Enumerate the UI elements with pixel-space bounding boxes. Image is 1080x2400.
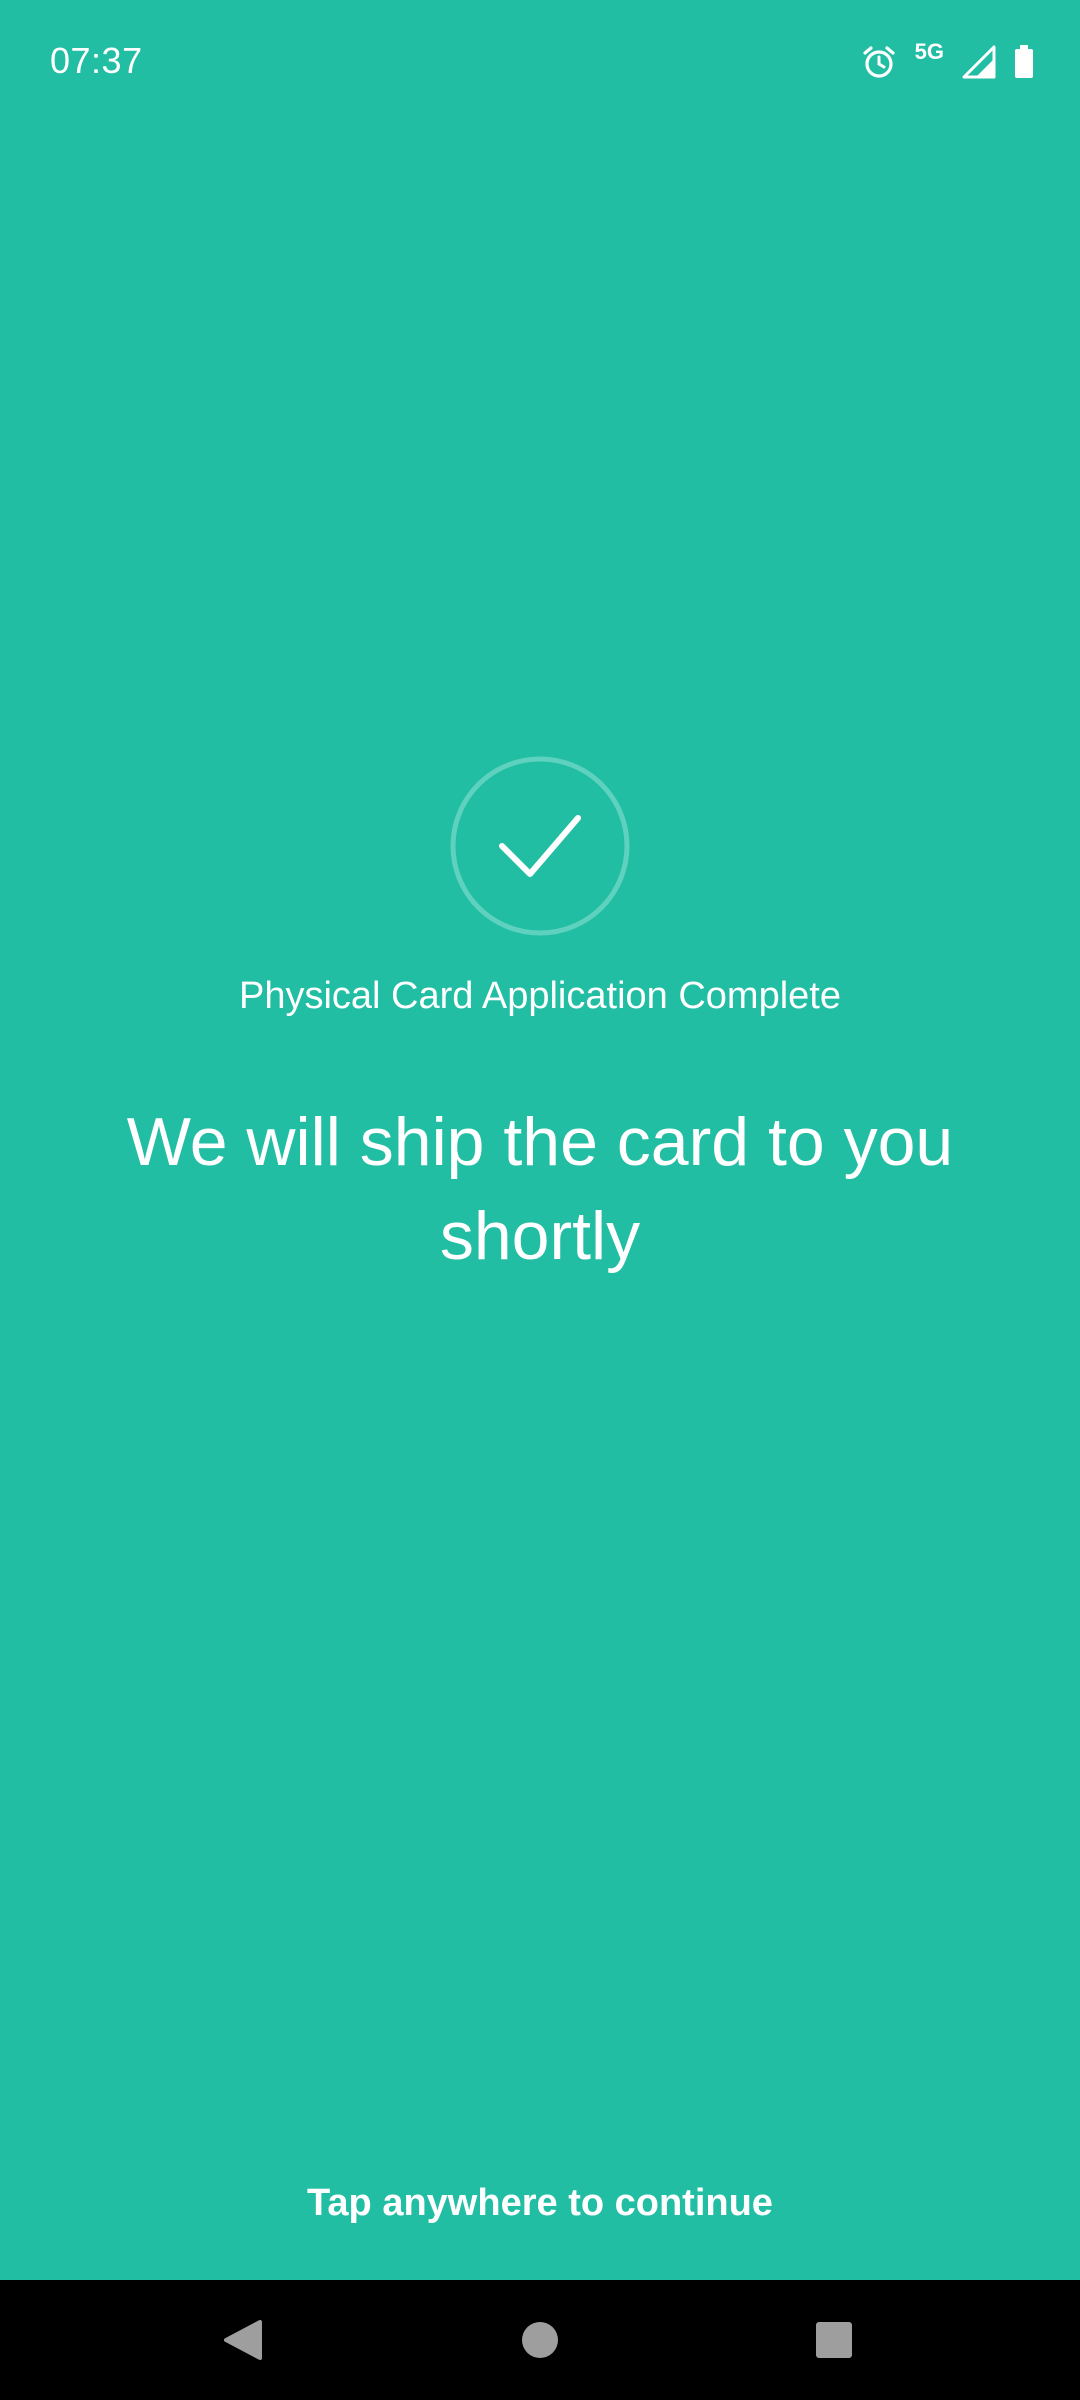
recents-icon (816, 2322, 852, 2358)
continue-button[interactable]: Tap anywhere to continue (0, 2160, 1080, 2260)
home-button[interactable] (480, 2280, 600, 2400)
status-icons: 5G (861, 39, 1034, 84)
navigation-bar (0, 2280, 1080, 2400)
confirmation-headline: We will ship the card to you shortly (126, 1104, 954, 1274)
status-time: 07:37 (50, 40, 143, 81)
status-bar: 07:37 5G (0, 0, 1080, 120)
recents-button[interactable] (774, 2280, 894, 2400)
check-circle-icon (450, 756, 630, 936)
confirmation-subtitle: Physical Card Application Complete (239, 975, 841, 1017)
network-type-label: 5G (914, 39, 944, 64)
home-icon (522, 2322, 558, 2358)
back-icon (224, 2320, 262, 2360)
signal-icon (962, 45, 996, 79)
alarm-icon (861, 44, 897, 80)
completion-screen[interactable]: 07:37 5G Physical Card Application Compl… (0, 0, 1080, 2280)
continue-hint-text: Tap anywhere to continue (307, 2182, 773, 2224)
battery-icon (1014, 45, 1034, 79)
back-button[interactable] (184, 2280, 304, 2400)
